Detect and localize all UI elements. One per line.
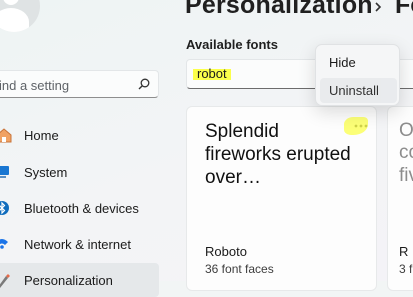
sidebar-item-label: System: [24, 165, 68, 180]
sidebar-item-network[interactable]: Network & internet: [0, 227, 159, 261]
font-preview-line: Oi: [399, 120, 413, 141]
font-preview-line: co: [399, 142, 413, 163]
sidebar-item-home[interactable]: Home: [0, 118, 159, 152]
sidebar-item-label: Home: [24, 128, 59, 143]
font-search-value: robot: [193, 66, 231, 81]
page-title: Personalization: [185, 0, 373, 19]
font-name: R: [399, 244, 409, 259]
monitor-icon: [0, 166, 9, 178]
home-icon: [0, 128, 12, 143]
font-name: Roboto: [205, 244, 247, 259]
search-placeholder: ind a setting: [0, 78, 70, 93]
chevron-right-icon: [375, 2, 382, 12]
font-preview-text: Splendid fireworks erupted over…: [205, 121, 351, 188]
menu-item-label: Hide: [329, 55, 356, 70]
wifi-icon: [0, 239, 8, 249]
brush-icon: [0, 274, 10, 288]
menu-item-hide[interactable]: Hide: [320, 50, 397, 75]
settings-window: ind a setting Home System Bluetooth & de…: [0, 0, 413, 297]
font-context-menu: Hide Uninstall: [315, 44, 400, 106]
menu-item-uninstall[interactable]: Uninstall: [320, 78, 397, 103]
menu-item-label: Uninstall: [329, 83, 379, 98]
sidebar-item-system[interactable]: System: [0, 155, 159, 189]
sidebar-item-bluetooth[interactable]: Bluetooth & devices: [0, 191, 159, 225]
settings-search-input[interactable]: ind a setting: [0, 70, 159, 98]
search-icon: [138, 78, 150, 90]
font-face-count: 36 font faces: [205, 262, 274, 276]
available-fonts-label: Available fonts: [186, 37, 278, 52]
font-card-partial[interactable]: Oi co fiv R 3 f: [387, 106, 413, 291]
font-face-count: 3 f: [399, 262, 413, 276]
sidebar-item-label: Network & internet: [24, 237, 131, 252]
sidebar-item-personalization[interactable]: Personalization: [0, 263, 159, 297]
font-preview-line: fiv: [399, 165, 413, 186]
sidebar-item-label: Bluetooth & devices: [24, 201, 139, 216]
avatar[interactable]: [0, 0, 40, 32]
breadcrumb-current: Fo: [395, 0, 413, 19]
bluetooth-icon: [0, 201, 9, 215]
